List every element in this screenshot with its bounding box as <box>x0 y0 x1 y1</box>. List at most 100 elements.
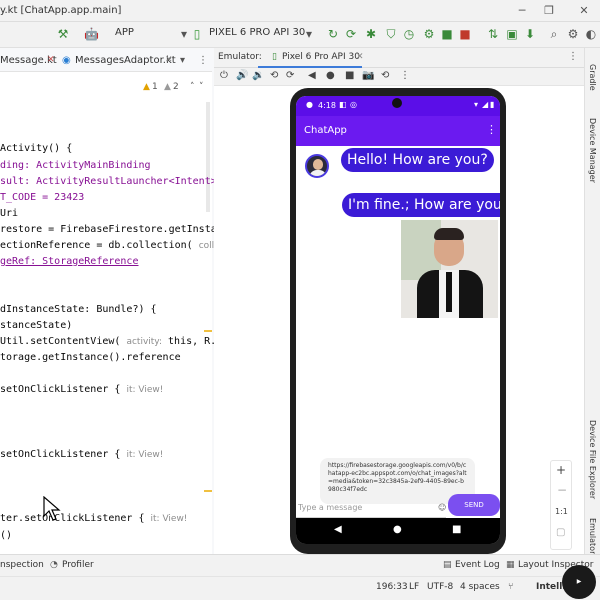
device-file-explorer-tool[interactable]: Device File Explorer <box>588 420 597 499</box>
snapshot-icon[interactable]: ⟲ <box>381 70 389 81</box>
account-icon[interactable]: ◐ <box>584 27 598 41</box>
restore-icon[interactable]: ❐ <box>541 3 557 19</box>
screenshot-icon[interactable]: 📷 <box>362 70 374 81</box>
zoom-in-icon[interactable]: + <box>556 463 566 477</box>
rotate-left-icon[interactable]: ⟲ <box>270 70 278 81</box>
zoom-one-to-one[interactable]: 1:1 <box>555 507 568 516</box>
apply-changes-icon[interactable]: ⟳ <box>344 27 358 41</box>
chevron-down-icon[interactable]: ▾ <box>302 27 316 41</box>
bottom-tool-bar: nspection ◔ Profiler ▤ Event Log ▦ Layou… <box>0 554 600 576</box>
coverage-icon[interactable]: ⛉ <box>384 27 398 41</box>
inspection-tool[interactable]: nspection <box>0 560 44 570</box>
line-separator[interactable]: LF <box>409 582 419 592</box>
more-icon[interactable]: ⋮ <box>400 70 410 81</box>
profiler-tool[interactable]: Profiler <box>62 560 94 570</box>
notification-icon: ◎ <box>350 100 357 109</box>
code-line: torage.getInstance().reference <box>0 352 181 363</box>
android-nav-bar: ◀ ● ■ <box>296 518 500 544</box>
code-line: Util.setContentView( activity: this, R.l… <box>0 336 229 347</box>
send-button[interactable]: SEND <box>448 494 500 516</box>
event-log-tool[interactable]: Event Log <box>455 560 500 570</box>
run-config-select[interactable]: APP <box>115 27 134 38</box>
gradle-tool[interactable]: Gradle <box>588 64 597 91</box>
weak-warning-icon[interactable]: ▲ <box>164 82 171 92</box>
overview-icon[interactable]: ■ <box>345 70 354 81</box>
mouse-cursor-icon <box>43 496 61 521</box>
rerun-icon[interactable]: ↻ <box>326 27 340 41</box>
file-encoding[interactable]: UTF-8 <box>427 582 453 592</box>
close-icon[interactable]: ✕ <box>356 52 364 62</box>
zoom-out-icon[interactable]: − <box>557 483 567 497</box>
emulator-toolbar: ⏻ 🔊 🔉 ⟲ ⟳ ◀ ● ■ 📷 ⟲ ⋮ <box>214 68 584 86</box>
attach-debugger-icon[interactable]: ⚙ <box>422 27 436 41</box>
volume-up-icon[interactable]: 🔊 <box>236 70 248 81</box>
chevron-up-icon[interactable]: ˄ <box>190 82 195 92</box>
tab-messages-adaptor-kt[interactable]: MessagesAdaptor.kt <box>75 55 176 66</box>
chat-bubble-received[interactable]: Hello! How are you? <box>341 148 494 172</box>
device-manager-tool[interactable]: Device Manager <box>588 118 597 183</box>
nav-recents-icon[interactable]: ■ <box>452 524 461 535</box>
search-icon[interactable]: ⌕ <box>547 27 561 41</box>
code-line: T_CODE = 23423 <box>0 192 85 203</box>
chevron-down-icon[interactable]: ▾ <box>180 55 185 66</box>
battery-icon: ▮ <box>490 100 495 109</box>
sdk-manager-icon[interactable]: ⬇ <box>523 27 537 41</box>
subscribe-badge-icon: ▶ <box>562 565 596 599</box>
hammer-icon[interactable]: ⚒ <box>56 27 70 41</box>
indent-setting[interactable]: 4 spaces <box>460 582 500 592</box>
code-line: setOnClickListener { it: View! <box>0 384 164 395</box>
more-icon[interactable]: ⋮ <box>568 51 578 62</box>
debug-icon[interactable]: ✱ <box>364 27 378 41</box>
profile-icon[interactable]: ◷ <box>402 27 416 41</box>
power-icon[interactable]: ⏻ <box>220 70 228 81</box>
sync-icon[interactable]: ⇅ <box>486 27 500 41</box>
git-icon: ⑂ <box>508 582 514 592</box>
image-message[interactable] <box>401 220 498 318</box>
emoji-icon[interactable]: ☺ <box>438 503 446 512</box>
message-input[interactable]: Type a message ☺ <box>296 500 446 518</box>
code-line: stanceState) <box>0 320 73 331</box>
chevron-down-icon[interactable]: ▾ <box>177 27 191 41</box>
close-icon[interactable]: ✕ <box>165 55 173 65</box>
avatar[interactable] <box>305 154 329 178</box>
app-toolbar: ChatApp ⋮ <box>296 116 500 146</box>
change-marker <box>204 330 212 332</box>
nav-back-icon[interactable]: ◀ <box>334 524 342 535</box>
rotate-right-icon[interactable]: ⟳ <box>286 70 294 81</box>
avd-manager-icon[interactable]: ▣ <box>505 27 519 41</box>
warning-icon[interactable]: ▲ <box>143 82 150 92</box>
layout-inspector-icon: ▦ <box>506 560 515 570</box>
ide-window: y.kt [ChatApp.app.main] ─ ❐ ✕ ⚒ 🤖 APP ▾ … <box>0 0 600 600</box>
stop-process-icon[interactable]: ■ <box>458 27 472 41</box>
back-icon[interactable]: ◀ <box>308 70 316 81</box>
nav-home-icon[interactable]: ● <box>393 524 402 535</box>
status-time: 4:18 <box>318 101 336 110</box>
chevron-down-icon[interactable]: ˅ <box>199 82 204 92</box>
emulator-tool[interactable]: Emulator <box>588 518 597 554</box>
code-line: ectionReference = db.collection( colle <box>0 240 220 251</box>
minimize-icon[interactable]: ─ <box>514 3 530 19</box>
code-editor[interactable]: ▲ 1 ▲ 2 ˄ ˅ Activity() { ding: ActivityM… <box>0 72 228 554</box>
emulator-tab[interactable]: Pixel 6 Pro API 30 <box>282 52 360 62</box>
code-line: setOnClickListener { it: View! <box>0 449 164 460</box>
fit-screen-icon[interactable]: ▢ <box>556 527 565 538</box>
code-line: geRef: StorageReference <box>0 256 139 267</box>
kotlin-file-icon: ◉ <box>62 55 71 66</box>
phone-screen[interactable]: ● 4:18 ◧ ◎ ▾ ◢ ▮ ChatApp ⋮ Hello! How ar… <box>296 96 500 544</box>
front-camera-icon <box>392 98 402 108</box>
chat-bubble-sent[interactable]: I'm fine.; How are you? <box>342 193 500 217</box>
editor-scrollbar[interactable] <box>206 102 210 212</box>
status-bar: 196:33 LF UTF-8 4 spaces ⑂ IntelliJ ▶ <box>0 565 600 600</box>
volume-down-icon[interactable]: 🔉 <box>252 70 264 81</box>
camera-dot-icon: ● <box>306 100 313 109</box>
overflow-menu-icon[interactable]: ⋮ <box>486 123 497 136</box>
stop-icon[interactable]: ■ <box>440 27 454 41</box>
home-icon[interactable]: ● <box>326 70 335 81</box>
close-icon[interactable]: ✕ <box>47 55 55 65</box>
title-bar: y.kt [ChatApp.app.main] ─ ❐ ✕ <box>0 0 600 22</box>
more-icon[interactable]: ⋮ <box>198 55 208 66</box>
gear-icon[interactable]: ⚙ <box>566 27 580 41</box>
cursor-position[interactable]: 196:33 <box>376 582 408 592</box>
device-select[interactable]: PIXEL 6 PRO API 30 <box>209 27 305 38</box>
close-icon[interactable]: ✕ <box>576 3 592 19</box>
